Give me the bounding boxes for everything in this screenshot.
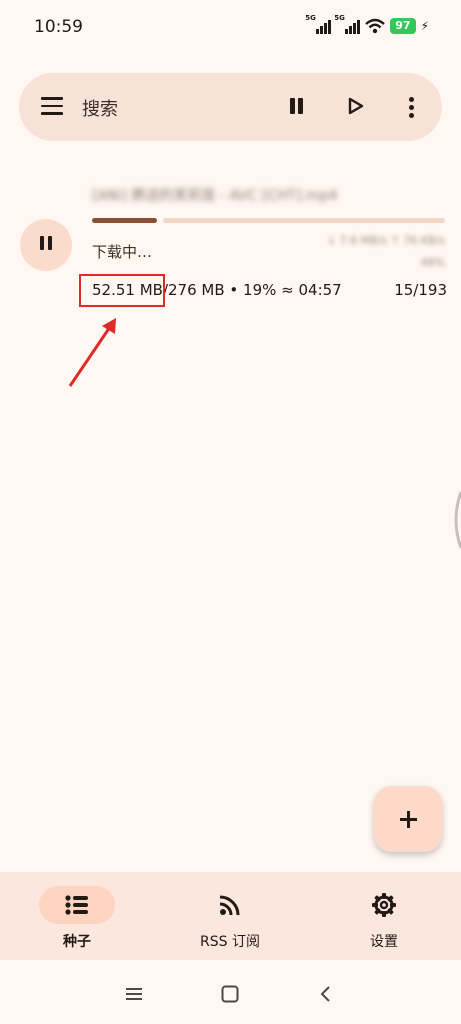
status-time: 10:59 <box>34 17 83 37</box>
search-placeholder[interactable]: 搜索 <box>82 95 118 121</box>
torrent-speed: ↓ 7.6 MB/s ↑ 76 KB/s <box>326 234 445 247</box>
nav-item-rss[interactable]: RSS 订阅 <box>165 884 295 954</box>
annotation-arrow <box>68 318 116 387</box>
menu-icon[interactable] <box>41 97 63 115</box>
wifi-icon <box>365 18 386 34</box>
bottom-nav: 种子 RSS 订阅 设置 <box>0 872 461 960</box>
battery-indicator: 97 <box>390 18 416 34</box>
play-icon[interactable] <box>346 95 366 117</box>
nav-item-settings[interactable]: 设置 <box>319 884 449 954</box>
status-icons: 5G 5G 97 ⚡ <box>305 14 429 34</box>
more-vert-icon[interactable] <box>401 95 421 119</box>
nav-label: RSS 订阅 <box>200 934 260 950</box>
annotation-highlight-box <box>79 274 165 307</box>
home-icon[interactable] <box>220 984 240 1004</box>
gear-icon <box>372 893 396 917</box>
torrent-name: [ANi] 葬送的芙莉莲 - AVC [CHT].mp4 <box>92 188 338 204</box>
eta: ≈ 04:57 <box>276 281 342 299</box>
charging-icon: ⚡ <box>420 19 429 33</box>
separator: • <box>224 281 244 299</box>
progress-bar <box>92 218 445 223</box>
nav-label: 种子 <box>63 934 91 950</box>
system-nav-bar <box>0 960 461 1024</box>
progress-remaining <box>163 218 445 223</box>
torrent-pieces: 15/193 <box>394 281 447 299</box>
progress-fill <box>92 218 157 223</box>
total-size: /276 MB <box>162 281 225 299</box>
pause-icon[interactable] <box>287 96 305 116</box>
add-torrent-button[interactable] <box>374 786 442 852</box>
recent-apps-icon[interactable] <box>124 984 144 1004</box>
status-bar: 10:59 5G 5G 97 ⚡ <box>0 0 461 56</box>
back-icon[interactable] <box>316 984 336 1004</box>
torrent-list-item[interactable]: [ANi] 葬送的芙莉莲 - AVC [CHT].mp4 下载中… ↓ 7.6 … <box>0 170 461 310</box>
torrent-ratio: 48% <box>420 256 445 269</box>
nav-label: 设置 <box>370 934 398 950</box>
signal-icon: 5G <box>305 14 332 34</box>
nav-item-torrents[interactable]: 种子 <box>12 884 142 954</box>
torrent-pause-button[interactable] <box>20 219 72 271</box>
rss-icon <box>219 895 240 916</box>
list-icon <box>65 895 88 915</box>
scroll-handle[interactable] <box>449 490 461 550</box>
signal-icon: 5G <box>334 14 361 34</box>
pause-icon <box>40 236 44 250</box>
torrent-status: 下载中… <box>92 243 153 261</box>
search-bar[interactable]: 搜索 <box>19 73 442 141</box>
percent: 19% <box>243 281 277 299</box>
